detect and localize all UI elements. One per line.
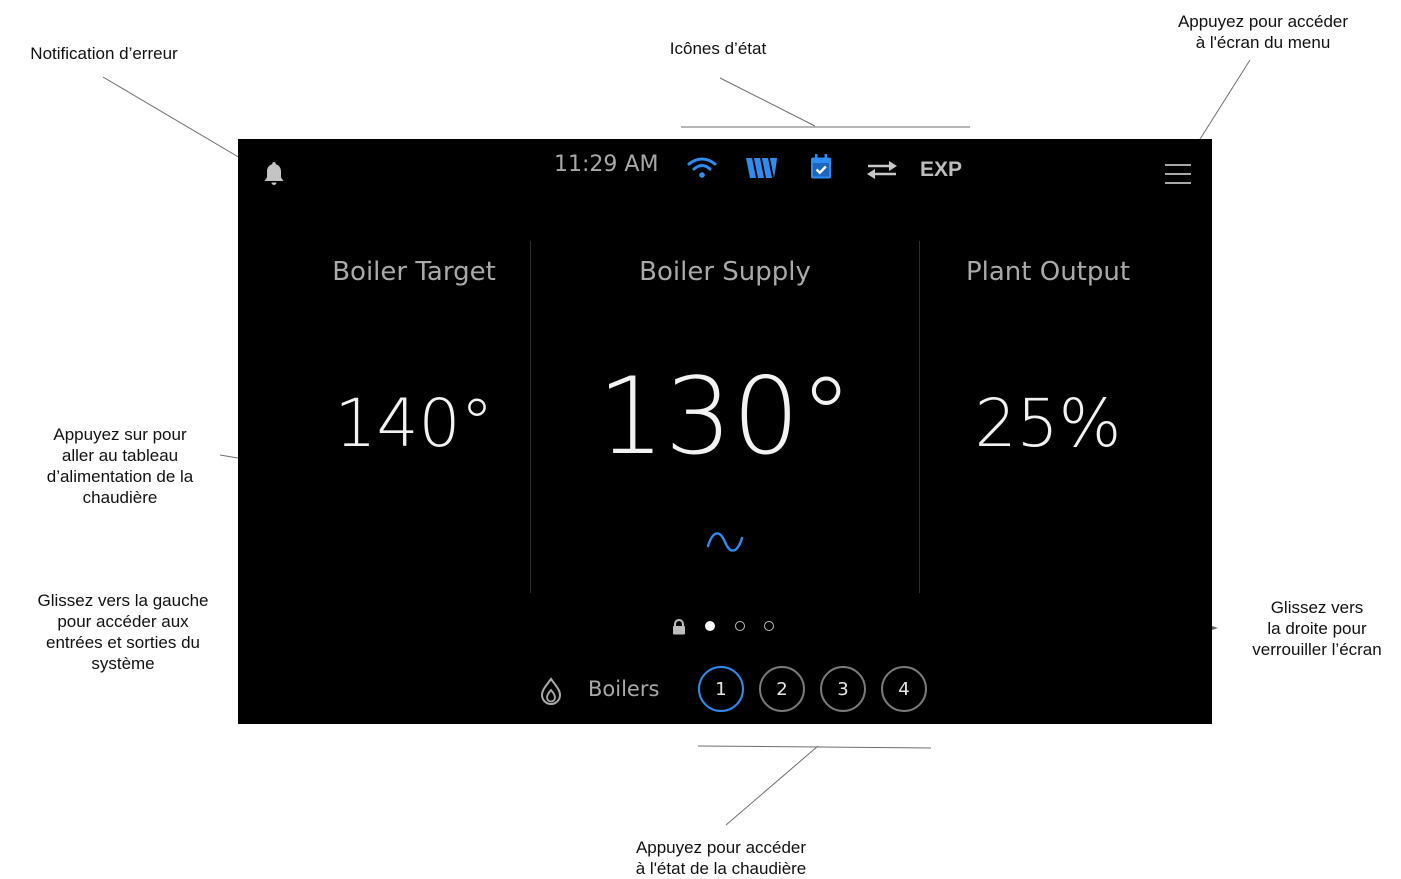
clock-time: 11:29 AM (554, 152, 659, 177)
wifi-icon (687, 157, 717, 178)
boiler-button-4[interactable]: 4 (881, 666, 927, 712)
panel-title: Plant Output (965, 257, 1131, 287)
plant-output-panel[interactable]: Plant Output 25% (920, 257, 1176, 497)
annotation-status-icons: Icônes d’état (669, 39, 767, 58)
page-dot-2[interactable] (735, 621, 745, 631)
panel-value: 140° (334, 385, 494, 462)
bell-icon[interactable] (261, 160, 287, 188)
calendar-check-icon (811, 154, 831, 179)
panel-value: 130° (597, 355, 853, 478)
page-indicator[interactable] (671, 617, 791, 639)
annotation-error-notification: Notification d’erreur (30, 44, 178, 63)
boiler-supply-panel[interactable]: Boiler Supply 130° (531, 257, 919, 497)
page-dot-1[interactable] (705, 621, 715, 631)
page-dot-3[interactable] (764, 621, 774, 631)
annotation-menu-access: Appuyez pour accéder à l'écran du menu (1177, 12, 1349, 52)
annotation-swipe-left: Glissez vers la gauche pour accéder aux … (37, 591, 209, 673)
boiler-button-1[interactable]: 1 (698, 666, 744, 712)
exp-label: EXP (920, 158, 963, 181)
hamburger-menu-icon[interactable] (1164, 163, 1192, 185)
boilers-label: Boilers (588, 677, 660, 701)
boiler-button-3[interactable]: 3 (820, 666, 866, 712)
annotation-boiler-status: Appuyez pour accéder à l'état de la chau… (635, 838, 807, 878)
boiler-target-panel[interactable]: Boiler Target 140° (298, 257, 530, 497)
panel-title: Boiler Target (332, 257, 496, 287)
sine-wave-icon[interactable] (705, 528, 745, 558)
device-screen[interactable]: 11:29 AM EXP Boiler Target 140° Boiler S… (238, 139, 1212, 724)
exchange-arrows-icon (867, 161, 897, 179)
panel-title: Boiler Supply (639, 257, 811, 287)
boiler-button-2[interactable]: 2 (759, 666, 805, 712)
annotation-swipe-right: Glissez vers la droite pour verrouiller … (1252, 598, 1382, 659)
annotation-power-chart: Appuyez sur pour aller au tableau d’alim… (46, 425, 194, 507)
lock-icon[interactable] (671, 619, 687, 635)
brand-w-icon (746, 158, 777, 178)
panel-value: 25% (974, 385, 1122, 462)
flame-icon (540, 677, 562, 705)
